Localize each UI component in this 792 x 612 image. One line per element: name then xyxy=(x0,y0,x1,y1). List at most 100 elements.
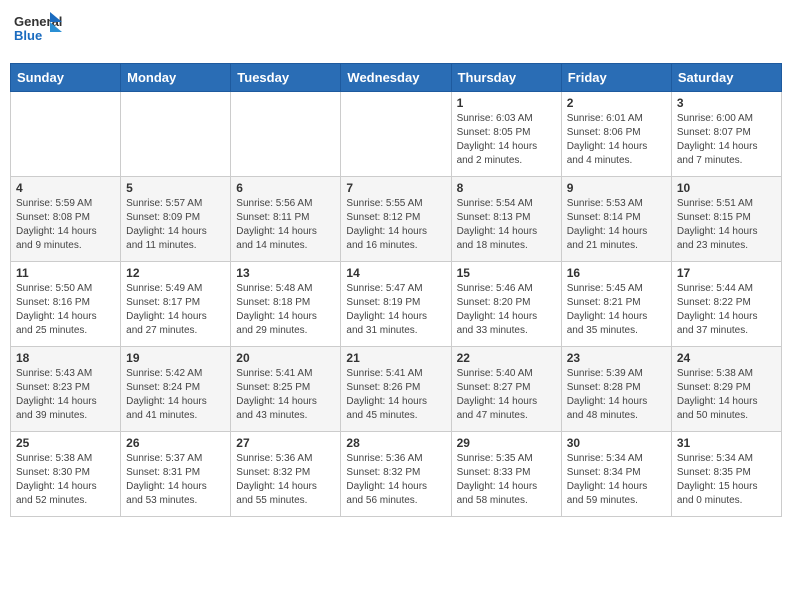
day-number: 5 xyxy=(126,181,225,195)
day-cell: 16 Sunrise: 5:45 AM Sunset: 8:21 PM Dayli… xyxy=(561,262,671,347)
day-info: Sunrise: 5:44 AM Sunset: 8:22 PM Dayligh… xyxy=(677,282,776,338)
week-row-5: 25 Sunrise: 5:38 AM Sunset: 8:30 PM Dayli… xyxy=(11,432,782,517)
day-number: 16 xyxy=(567,266,666,280)
day-cell: 10Sunrise: 5:51 AM Sunset: 8:15 PM Dayli… xyxy=(671,177,781,262)
day-number: 26 xyxy=(126,436,225,450)
logo: General Blue xyxy=(14,10,62,55)
day-header-monday: Monday xyxy=(121,64,231,92)
day-number: 14 xyxy=(346,266,445,280)
day-cell xyxy=(231,92,341,177)
day-number: 13 xyxy=(236,266,335,280)
day-number: 25 xyxy=(16,436,115,450)
day-info: Sunrise: 5:59 AM Sunset: 8:08 PM Dayligh… xyxy=(16,197,115,253)
day-cell: 8 Sunrise: 5:54 AM Sunset: 8:13 PM Daylig… xyxy=(451,177,561,262)
day-info: Sunrise: 5:38 AM Sunset: 8:29 PM Dayligh… xyxy=(677,367,776,423)
week-row-2: 4 Sunrise: 5:59 AM Sunset: 8:08 PM Daylig… xyxy=(11,177,782,262)
day-info: Sunrise: 5:41 AM Sunset: 8:26 PM Dayligh… xyxy=(346,367,445,423)
day-cell: 14 Sunrise: 5:47 AM Sunset: 8:19 PM Dayli… xyxy=(341,262,451,347)
day-number: 22 xyxy=(457,351,556,365)
day-cell: 27 Sunrise: 5:36 AM Sunset: 8:32 PM Dayli… xyxy=(231,432,341,517)
day-cell: 25 Sunrise: 5:38 AM Sunset: 8:30 PM Dayli… xyxy=(11,432,121,517)
day-number: 3 xyxy=(677,96,776,110)
day-info: Sunrise: 6:03 AM Sunset: 8:05 PM Dayligh… xyxy=(457,112,556,168)
day-header-friday: Friday xyxy=(561,64,671,92)
day-number: 31 xyxy=(677,436,776,450)
day-number: 8 xyxy=(457,181,556,195)
svg-text:Blue: Blue xyxy=(14,28,42,43)
day-header-thursday: Thursday xyxy=(451,64,561,92)
day-cell: 15 Sunrise: 5:46 AM Sunset: 8:20 PM Dayli… xyxy=(451,262,561,347)
day-info: Sunrise: 5:37 AM Sunset: 8:31 PM Dayligh… xyxy=(126,452,225,508)
day-info: Sunrise: 5:43 AM Sunset: 8:23 PM Dayligh… xyxy=(16,367,115,423)
day-cell: 17 Sunrise: 5:44 AM Sunset: 8:22 PM Dayli… xyxy=(671,262,781,347)
day-info: Sunrise: 5:42 AM Sunset: 8:24 PM Dayligh… xyxy=(126,367,225,423)
day-cell: 7Sunrise: 5:55 AM Sunset: 8:12 PM Daylig… xyxy=(341,177,451,262)
day-cell: 31Sunrise: 5:34 AM Sunset: 8:35 PM Dayli… xyxy=(671,432,781,517)
day-info: Sunrise: 5:36 AM Sunset: 8:32 PM Dayligh… xyxy=(236,452,335,508)
day-cell: 3Sunrise: 6:00 AM Sunset: 8:07 PM Daylig… xyxy=(671,92,781,177)
week-row-4: 18 Sunrise: 5:43 AM Sunset: 8:23 PM Dayli… xyxy=(11,347,782,432)
day-number: 27 xyxy=(236,436,335,450)
day-cell: 19 Sunrise: 5:42 AM Sunset: 8:24 PM Dayli… xyxy=(121,347,231,432)
day-cell: 1 Sunrise: 6:03 AM Sunset: 8:05 PM Daylig… xyxy=(451,92,561,177)
day-info: Sunrise: 5:48 AM Sunset: 8:18 PM Dayligh… xyxy=(236,282,335,338)
day-number: 19 xyxy=(126,351,225,365)
day-cell: 12Sunrise: 5:49 AM Sunset: 8:17 PM Dayli… xyxy=(121,262,231,347)
day-number: 18 xyxy=(16,351,115,365)
day-info: Sunrise: 5:38 AM Sunset: 8:30 PM Dayligh… xyxy=(16,452,115,508)
day-number: 17 xyxy=(677,266,776,280)
logo-graphic: General Blue xyxy=(14,10,62,55)
day-cell: 5 Sunrise: 5:57 AM Sunset: 8:09 PM Daylig… xyxy=(121,177,231,262)
day-number: 15 xyxy=(457,266,556,280)
day-info: Sunrise: 5:57 AM Sunset: 8:09 PM Dayligh… xyxy=(126,197,225,253)
header-row: SundayMondayTuesdayWednesdayThursdayFrid… xyxy=(11,64,782,92)
day-number: 28 xyxy=(346,436,445,450)
day-info: Sunrise: 5:50 AM Sunset: 8:16 PM Dayligh… xyxy=(16,282,115,338)
day-cell: 2 Sunrise: 6:01 AM Sunset: 8:06 PM Daylig… xyxy=(561,92,671,177)
day-number: 29 xyxy=(457,436,556,450)
day-info: Sunrise: 5:36 AM Sunset: 8:32 PM Dayligh… xyxy=(346,452,445,508)
day-info: Sunrise: 5:45 AM Sunset: 8:21 PM Dayligh… xyxy=(567,282,666,338)
day-info: Sunrise: 5:46 AM Sunset: 8:20 PM Dayligh… xyxy=(457,282,556,338)
day-header-sunday: Sunday xyxy=(11,64,121,92)
day-cell xyxy=(341,92,451,177)
day-number: 30 xyxy=(567,436,666,450)
day-number: 23 xyxy=(567,351,666,365)
day-cell xyxy=(121,92,231,177)
day-cell: 23Sunrise: 5:39 AM Sunset: 8:28 PM Dayli… xyxy=(561,347,671,432)
day-cell xyxy=(11,92,121,177)
day-cell: 20Sunrise: 5:41 AM Sunset: 8:25 PM Dayli… xyxy=(231,347,341,432)
day-cell: 28 Sunrise: 5:36 AM Sunset: 8:32 PM Dayli… xyxy=(341,432,451,517)
day-number: 4 xyxy=(16,181,115,195)
day-number: 6 xyxy=(236,181,335,195)
day-cell: 30 Sunrise: 5:34 AM Sunset: 8:34 PM Dayli… xyxy=(561,432,671,517)
day-cell: 21Sunrise: 5:41 AM Sunset: 8:26 PM Dayli… xyxy=(341,347,451,432)
day-cell: 29Sunrise: 5:35 AM Sunset: 8:33 PM Dayli… xyxy=(451,432,561,517)
day-cell: 6Sunrise: 5:56 AM Sunset: 8:11 PM Daylig… xyxy=(231,177,341,262)
day-info: Sunrise: 5:53 AM Sunset: 8:14 PM Dayligh… xyxy=(567,197,666,253)
day-number: 1 xyxy=(457,96,556,110)
day-number: 9 xyxy=(567,181,666,195)
day-info: Sunrise: 5:34 AM Sunset: 8:34 PM Dayligh… xyxy=(567,452,666,508)
day-cell: 24 Sunrise: 5:38 AM Sunset: 8:29 PM Dayli… xyxy=(671,347,781,432)
day-info: Sunrise: 5:40 AM Sunset: 8:27 PM Dayligh… xyxy=(457,367,556,423)
day-info: Sunrise: 5:51 AM Sunset: 8:15 PM Dayligh… xyxy=(677,197,776,253)
day-cell: 4 Sunrise: 5:59 AM Sunset: 8:08 PM Daylig… xyxy=(11,177,121,262)
day-number: 2 xyxy=(567,96,666,110)
day-cell: 11 Sunrise: 5:50 AM Sunset: 8:16 PM Dayli… xyxy=(11,262,121,347)
day-cell: 9 Sunrise: 5:53 AM Sunset: 8:14 PM Daylig… xyxy=(561,177,671,262)
day-info: Sunrise: 5:54 AM Sunset: 8:13 PM Dayligh… xyxy=(457,197,556,253)
day-number: 24 xyxy=(677,351,776,365)
day-info: Sunrise: 6:01 AM Sunset: 8:06 PM Dayligh… xyxy=(567,112,666,168)
day-header-wednesday: Wednesday xyxy=(341,64,451,92)
day-number: 11 xyxy=(16,266,115,280)
day-header-tuesday: Tuesday xyxy=(231,64,341,92)
week-row-1: 1 Sunrise: 6:03 AM Sunset: 8:05 PM Daylig… xyxy=(11,92,782,177)
day-cell: 13 Sunrise: 5:48 AM Sunset: 8:18 PM Dayli… xyxy=(231,262,341,347)
day-info: Sunrise: 5:47 AM Sunset: 8:19 PM Dayligh… xyxy=(346,282,445,338)
day-cell: 26 Sunrise: 5:37 AM Sunset: 8:31 PM Dayli… xyxy=(121,432,231,517)
day-number: 20 xyxy=(236,351,335,365)
day-cell: 18 Sunrise: 5:43 AM Sunset: 8:23 PM Dayli… xyxy=(11,347,121,432)
day-number: 7 xyxy=(346,181,445,195)
day-cell: 22 Sunrise: 5:40 AM Sunset: 8:27 PM Dayli… xyxy=(451,347,561,432)
